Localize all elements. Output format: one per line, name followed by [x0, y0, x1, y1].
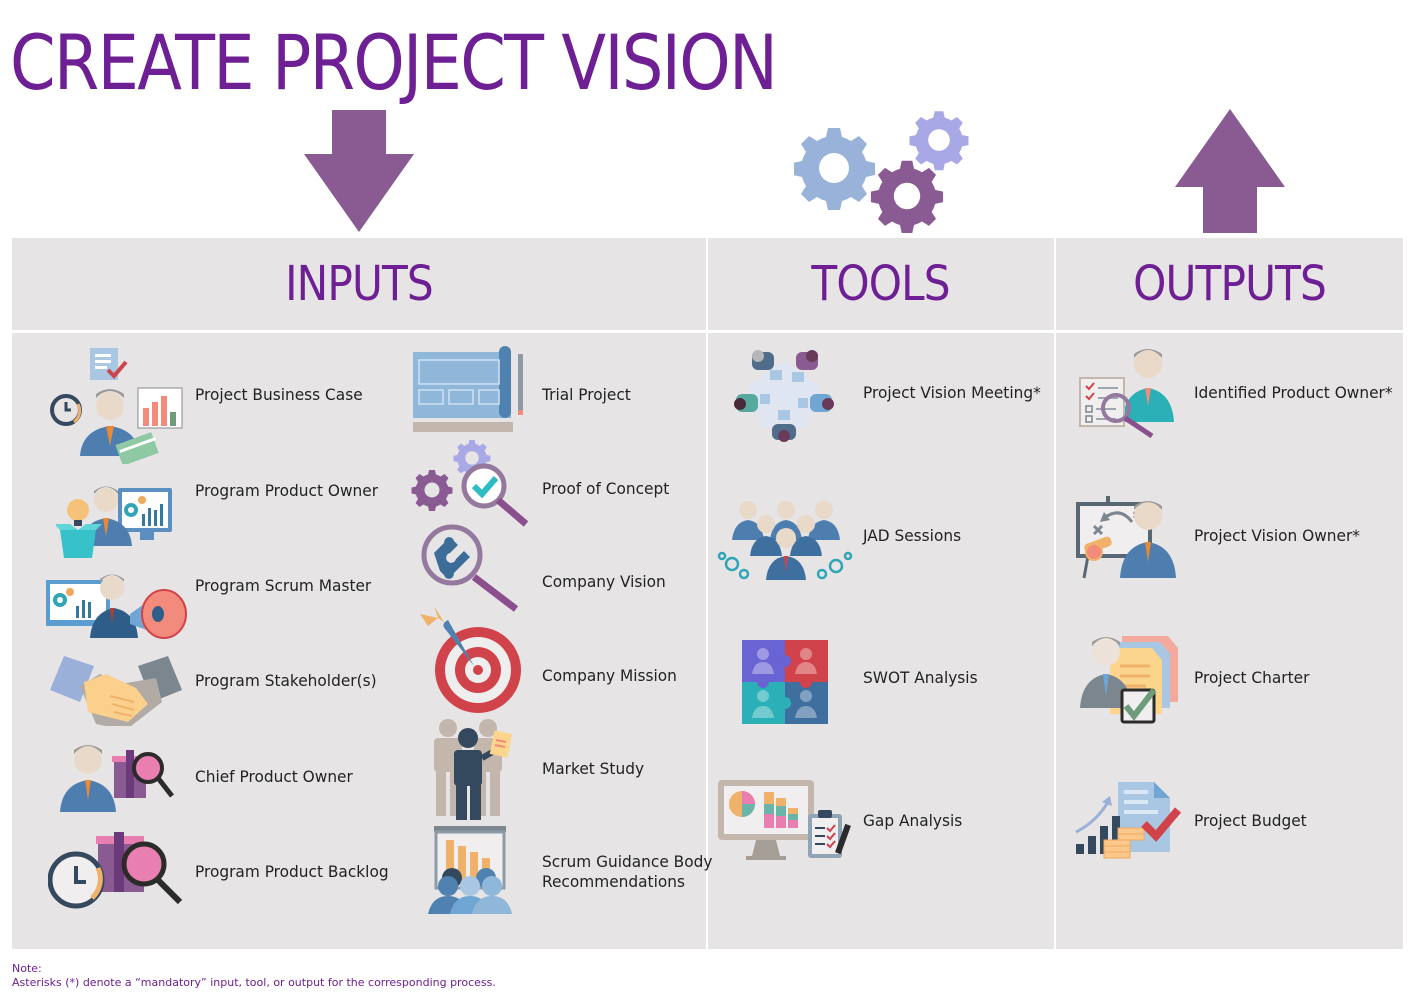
- person-gift-search-icon: [60, 742, 174, 812]
- item-label: Project Charter: [1194, 668, 1310, 687]
- item-label: Program Stakeholder(s): [195, 671, 377, 690]
- item-label: Chief Product Owner: [195, 767, 353, 786]
- gears-icon: [794, 108, 974, 234]
- footnote: Note: Asterisks (*) denote a “mandatory”…: [12, 962, 496, 990]
- audience-chart-icon: [428, 826, 512, 914]
- item-label: Market Study: [542, 759, 645, 778]
- person-documents-check-icon: [1080, 634, 1180, 726]
- target-dart-icon: [416, 608, 526, 714]
- clock-gift-search-icon: [48, 830, 184, 912]
- item-label: Company Vision: [542, 572, 666, 591]
- item-label: Scrum Guidance Body: [542, 852, 713, 871]
- people-presentation-icon: [426, 718, 516, 820]
- item-label: Program Product Owner: [195, 481, 379, 500]
- item-label: Trial Project: [542, 385, 631, 404]
- tools-heading: TOOLS: [811, 256, 951, 312]
- page-title: CREATE PROJECT VISION: [10, 18, 778, 107]
- footnote-text: Asterisks (*) denote a “mandatory” input…: [12, 976, 496, 989]
- item-label: SWOT Analysis: [863, 668, 978, 687]
- arrow-down-icon: [304, 110, 414, 232]
- inputs-heading: INPUTS: [285, 256, 434, 312]
- item-label: Gap Analysis: [863, 811, 963, 830]
- puzzle-team-icon: [742, 640, 828, 724]
- item-label: Program Scrum Master: [195, 576, 372, 595]
- item-label: Identified Product Owner*: [1194, 383, 1393, 402]
- item-label: Project Vision Owner*: [1194, 526, 1360, 545]
- item-label: Project Vision Meeting*: [863, 383, 1041, 402]
- item-label: Proof of Concept: [542, 479, 670, 498]
- outputs-heading: OUTPUTS: [1133, 256, 1327, 312]
- budget-growth-icon: [1074, 780, 1186, 862]
- item-label: JAD Sessions: [863, 526, 962, 545]
- item-label: Project Business Case: [195, 385, 363, 404]
- blueprint-icon: [413, 344, 527, 434]
- arrow-up-icon: [1175, 109, 1285, 233]
- scrum-master-megaphone-icon: [46, 572, 188, 642]
- team-gears-icon: [716, 494, 856, 586]
- strategy-board-person-icon: [1076, 494, 1184, 580]
- gears-checkmark-magnifier-icon: [410, 438, 530, 530]
- item-label: Company Mission: [542, 666, 677, 685]
- monitor-charts-checklist-icon: [718, 778, 852, 862]
- business-case-icon: [48, 346, 184, 464]
- item-label: Program Product Backlog: [195, 862, 389, 881]
- product-owner-icon: [56, 480, 176, 560]
- puzzle-magnifier-icon: [420, 523, 520, 613]
- meeting-table-icon: [734, 346, 834, 442]
- footnote-heading: Note:: [12, 962, 42, 975]
- item-label-line2: Recommendations: [542, 872, 685, 891]
- handshake-icon: [50, 656, 182, 726]
- checklist-person-magnifier-icon: [1078, 346, 1182, 438]
- item-label: Project Budget: [1194, 811, 1307, 830]
